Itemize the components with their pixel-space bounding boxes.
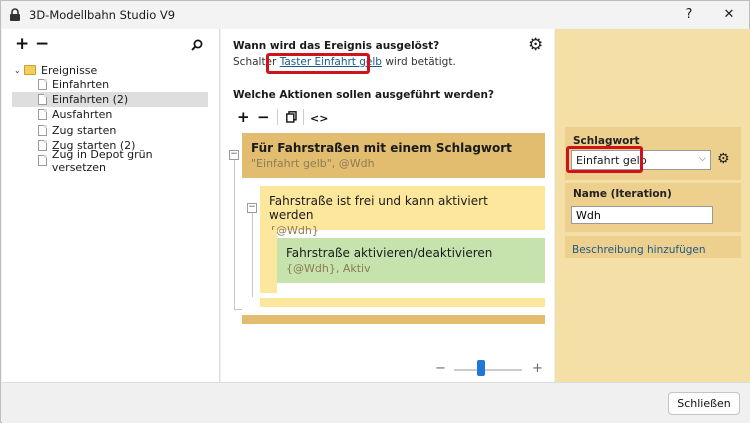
document-icon [38, 79, 47, 90]
document-icon [38, 155, 47, 166]
tree-item[interactable]: Ausfahrten [12, 107, 208, 122]
tree-item-label: Einfahrten [52, 78, 110, 91]
app-window: 3D-Modellbahn Studio V9 ? ✕ + − ⌄ Ereign… [0, 0, 750, 423]
tree-item-label: Zug in Depot grün versetzen [51, 147, 153, 174]
tree-item[interactable]: Zug in Depot grün versetzen [12, 148, 208, 174]
code-view-button[interactable]: <> [310, 111, 328, 127]
tree-connector [252, 209, 253, 297]
document-icon [38, 109, 47, 120]
add-description-link[interactable]: Beschreibung hinzufügen [572, 244, 706, 256]
expand-toggle-icon[interactable]: ⌄ [14, 66, 24, 75]
condition-block-spine [260, 230, 277, 293]
close-window-button[interactable]: ✕ [717, 5, 741, 25]
toolbar-separator [303, 109, 304, 125]
add-action-button[interactable]: + [237, 109, 250, 125]
add-event-button[interactable]: + [15, 35, 29, 53]
action-block-foreach[interactable]: Für Fahrstraßen mit einem Schlagwort "Ei… [242, 133, 545, 178]
keyword-label: Schlagwort [573, 135, 640, 147]
zoom-slider-thumb[interactable] [477, 360, 485, 376]
zoom-out-button[interactable]: − [435, 362, 446, 375]
name-property: Name (Iteration) [565, 183, 741, 232]
remove-event-button[interactable]: − [35, 35, 49, 53]
tree-connector [234, 309, 242, 310]
help-button[interactable]: ? [677, 5, 701, 25]
document-icon [38, 140, 47, 151]
trigger-prefix: Schalter [233, 56, 280, 68]
tree-item[interactable]: Zug starten [12, 123, 208, 138]
trigger-switch-link[interactable]: Taster Einfahrt gelb [280, 56, 382, 68]
tree-item-label: Einfahrten (2) [52, 93, 129, 106]
document-icon [38, 94, 47, 105]
trigger-suffix: wird betätigt. [381, 56, 456, 68]
foreach-block-footer [242, 315, 545, 324]
remove-action-button[interactable]: − [257, 109, 270, 125]
copy-icon[interactable] [286, 111, 297, 123]
block-title: Für Fahrstraßen mit einem Schlagwort [251, 141, 512, 155]
close-button[interactable]: Schließen [668, 392, 740, 415]
block-title: Fahrstraße aktivieren/deaktivieren [286, 246, 493, 260]
name-label: Name (Iteration) [573, 188, 672, 200]
events-panel: + − ⌄ Ereignisse Einfahrten Einfahrten (… [2, 29, 220, 382]
block-title: Fahrstraße ist frei und kann aktiviert w… [269, 194, 488, 222]
zoom-slider-track[interactable] [454, 369, 522, 371]
tree-item[interactable]: Einfahrten [12, 77, 208, 92]
block-params: {@Wdh}, Aktiv [286, 262, 371, 275]
trigger-sentence: Schalter Taster Einfahrt gelb wird betät… [233, 56, 456, 68]
properties-panel: Schlagwort Einfahrt gelb ⌵ ⚙ Name (Itera… [555, 29, 750, 382]
actions-heading: Welche Aktionen sollen ausgeführt werden… [233, 89, 495, 101]
tree-item-selected[interactable]: Einfahrten (2) [12, 92, 208, 107]
chevron-down-icon: ⌵ [699, 154, 706, 164]
keyword-select-value: Einfahrt gelb [576, 154, 647, 167]
tree-connector [234, 156, 235, 309]
window-title: 3D-Modellbahn Studio V9 [29, 8, 176, 22]
action-block-condition[interactable]: Fahrstraße ist frei und kann aktiviert w… [260, 186, 545, 237]
keyword-property: Schlagwort Einfahrt gelb ⌵ ⚙ [565, 127, 741, 180]
block-params: {@Wdh} [269, 224, 319, 237]
keyword-select[interactable]: Einfahrt gelb ⌵ [571, 150, 711, 170]
collapse-toggle[interactable]: − [229, 150, 239, 160]
action-block-activate-route[interactable]: Fahrstraße aktivieren/deaktivieren {@Wdh… [277, 238, 545, 283]
toolbar-separator [277, 109, 278, 125]
app-lock-icon [10, 8, 20, 21]
block-params: "Einfahrt gelb", @Wdh [251, 157, 375, 170]
name-input[interactable] [571, 206, 713, 224]
keyword-settings-gear-icon[interactable]: ⚙ [717, 152, 730, 166]
dialog-footer: Schließen [2, 382, 750, 423]
tree-item-label: Ausfahrten [52, 108, 113, 121]
trigger-heading: Wann wird das Ereignis ausgelöst? [233, 40, 440, 52]
event-editor-panel: Wann wird das Ereignis ausgelöst? Schalt… [221, 29, 554, 382]
gear-icon[interactable]: ⚙ [528, 37, 543, 54]
condition-block-footer [260, 298, 545, 307]
search-icon[interactable] [191, 39, 203, 51]
tree-root-ereignisse[interactable]: ⌄ Ereignisse [14, 62, 97, 78]
tree-root-label: Ereignisse [41, 63, 98, 77]
document-icon [38, 125, 47, 136]
folder-icon [24, 65, 36, 75]
description-property: Beschreibung hinzufügen [565, 236, 741, 258]
collapse-toggle[interactable]: − [247, 203, 257, 213]
zoom-in-button[interactable]: + [532, 362, 543, 375]
tree-item-label: Zug starten [52, 124, 117, 137]
title-bar: 3D-Modellbahn Studio V9 ? ✕ [1, 1, 749, 29]
